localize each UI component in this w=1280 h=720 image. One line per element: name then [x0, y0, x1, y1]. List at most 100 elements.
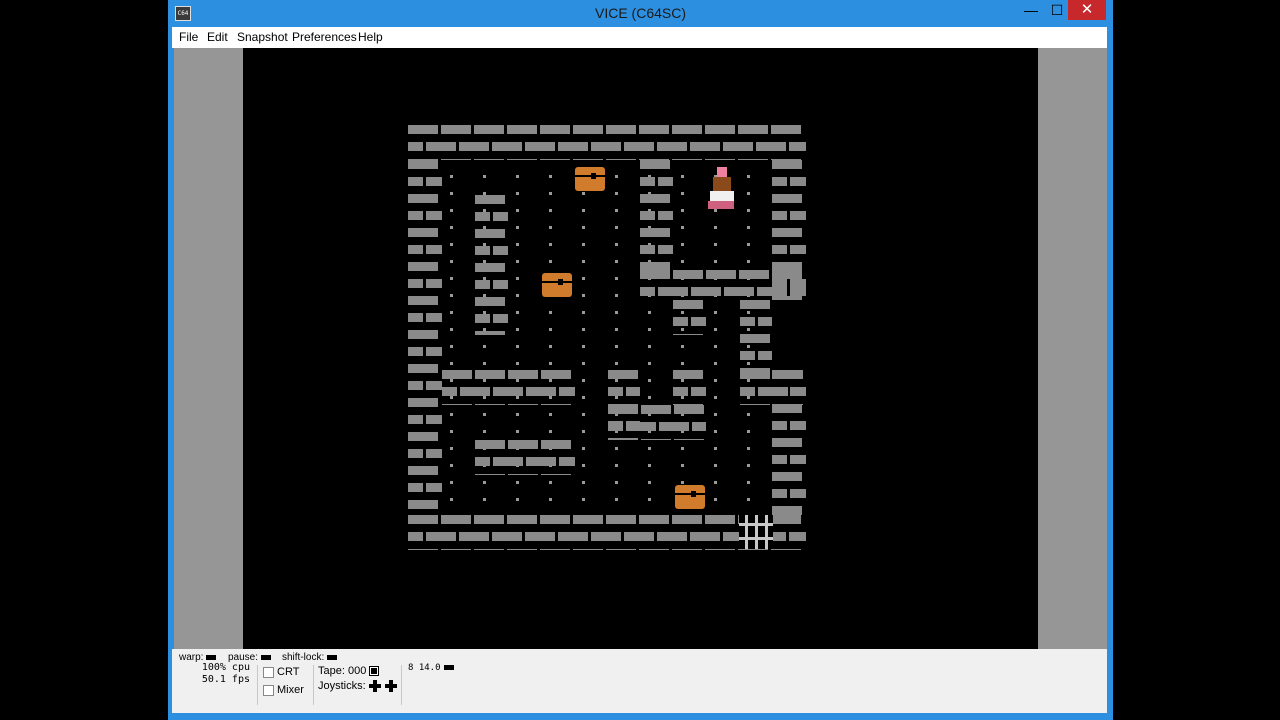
wall-brick	[426, 211, 442, 220]
wall-brick	[738, 125, 768, 134]
wall-brick	[408, 398, 438, 407]
floor-dot	[648, 311, 651, 314]
floor-dot	[582, 345, 585, 348]
wall-brick	[758, 387, 788, 396]
wall-segment	[740, 300, 772, 370]
wall-brick	[790, 455, 806, 464]
wall-brick	[692, 422, 706, 431]
joystick-port-icon[interactable]	[368, 680, 399, 693]
wall-brick	[408, 347, 423, 356]
maximize-button[interactable]: ☐	[1044, 0, 1070, 20]
floor-dot	[747, 362, 750, 365]
floor-dot	[681, 328, 684, 331]
wall-brick	[772, 472, 802, 481]
floor-dot	[549, 345, 552, 348]
floor-dot	[450, 430, 453, 433]
close-button[interactable]: ✕	[1068, 0, 1106, 20]
menu-snapshot[interactable]: Snapshot	[237, 30, 288, 44]
floor-dot	[516, 481, 519, 484]
wall-brick	[672, 159, 702, 160]
wall-brick	[426, 245, 442, 254]
wall-brick	[475, 195, 505, 204]
wall-brick	[724, 287, 754, 296]
floor-dot	[681, 362, 684, 365]
wall-brick	[559, 457, 575, 466]
wall-segment	[640, 160, 673, 270]
wall-brick	[408, 262, 438, 271]
wall-brick	[658, 211, 673, 220]
floor-dot	[450, 328, 453, 331]
wall-brick	[426, 415, 442, 424]
wall-brick	[426, 381, 442, 390]
wall-brick	[705, 549, 735, 550]
floor-dot	[714, 226, 717, 229]
floor-dot	[648, 498, 651, 501]
tape-status[interactable]: Tape: 000	[318, 665, 380, 677]
wall-brick	[773, 370, 803, 379]
wall-segment	[475, 440, 575, 475]
wall-brick	[640, 177, 655, 186]
wall-brick	[772, 228, 802, 237]
floor-tiles	[450, 175, 750, 501]
wall-brick	[441, 159, 471, 160]
wall-brick	[426, 347, 442, 356]
wall-brick	[672, 125, 702, 134]
wall-brick	[772, 245, 787, 254]
menu-file[interactable]: File	[179, 30, 198, 44]
chest-lock	[558, 279, 563, 285]
wall-brick	[426, 449, 442, 458]
cpu-usage: 100% cpu	[201, 662, 250, 673]
floor-dot	[582, 192, 585, 195]
c64-display[interactable]	[243, 48, 1038, 649]
wall-brick	[771, 515, 801, 524]
wall-brick	[493, 387, 523, 396]
floor-dot	[516, 345, 519, 348]
wall-segment	[408, 125, 806, 160]
wall-brick	[608, 439, 638, 440]
mixer-checkbox[interactable]	[263, 685, 274, 696]
floor-dot	[516, 328, 519, 331]
floor-dot	[516, 396, 519, 399]
wall-brick	[573, 515, 603, 524]
gate-bar	[739, 537, 773, 540]
menu-preferences[interactable]: Preferences	[292, 30, 357, 44]
wall-brick	[657, 142, 687, 151]
floor-dot	[714, 430, 717, 433]
wall-brick	[526, 387, 556, 396]
menu-help[interactable]: Help	[358, 30, 383, 44]
floor-dot	[747, 328, 750, 331]
wall-brick	[408, 500, 438, 509]
wall-brick	[408, 364, 438, 373]
floor-dot	[648, 481, 651, 484]
menu-edit[interactable]: Edit	[207, 30, 228, 44]
wall-brick	[475, 263, 505, 272]
floor-dot	[582, 413, 585, 416]
minimize-button[interactable]: —	[1018, 0, 1044, 20]
floor-dot	[483, 498, 486, 501]
warp-led	[206, 654, 217, 660]
vice-window: C64 VICE (C64SC) — ☐ ✕ File Edit Snapsho…	[168, 0, 1113, 720]
wall-brick	[441, 125, 471, 134]
title-bar[interactable]: C64 VICE (C64SC) — ☐ ✕	[168, 0, 1113, 27]
emulator-screen[interactable]	[174, 48, 1107, 649]
wall-brick	[408, 515, 438, 524]
floor-dot	[549, 311, 552, 314]
floor-dot	[516, 379, 519, 382]
wall-brick	[673, 404, 703, 405]
floor-dot	[450, 379, 453, 382]
wall-brick	[790, 245, 806, 254]
floor-dot	[615, 345, 618, 348]
floor-dot	[582, 243, 585, 246]
floor-dot	[681, 226, 684, 229]
wall-brick	[493, 246, 508, 255]
floor-dot	[483, 243, 486, 246]
wall-brick	[408, 532, 423, 541]
crt-checkbox[interactable]	[263, 667, 274, 678]
floor-dot	[582, 362, 585, 365]
wall-brick	[673, 300, 703, 309]
wall-brick	[705, 125, 735, 134]
wall-brick	[426, 313, 442, 322]
wall-brick	[408, 159, 438, 160]
floor-dot	[516, 311, 519, 314]
floor-dot	[714, 413, 717, 416]
